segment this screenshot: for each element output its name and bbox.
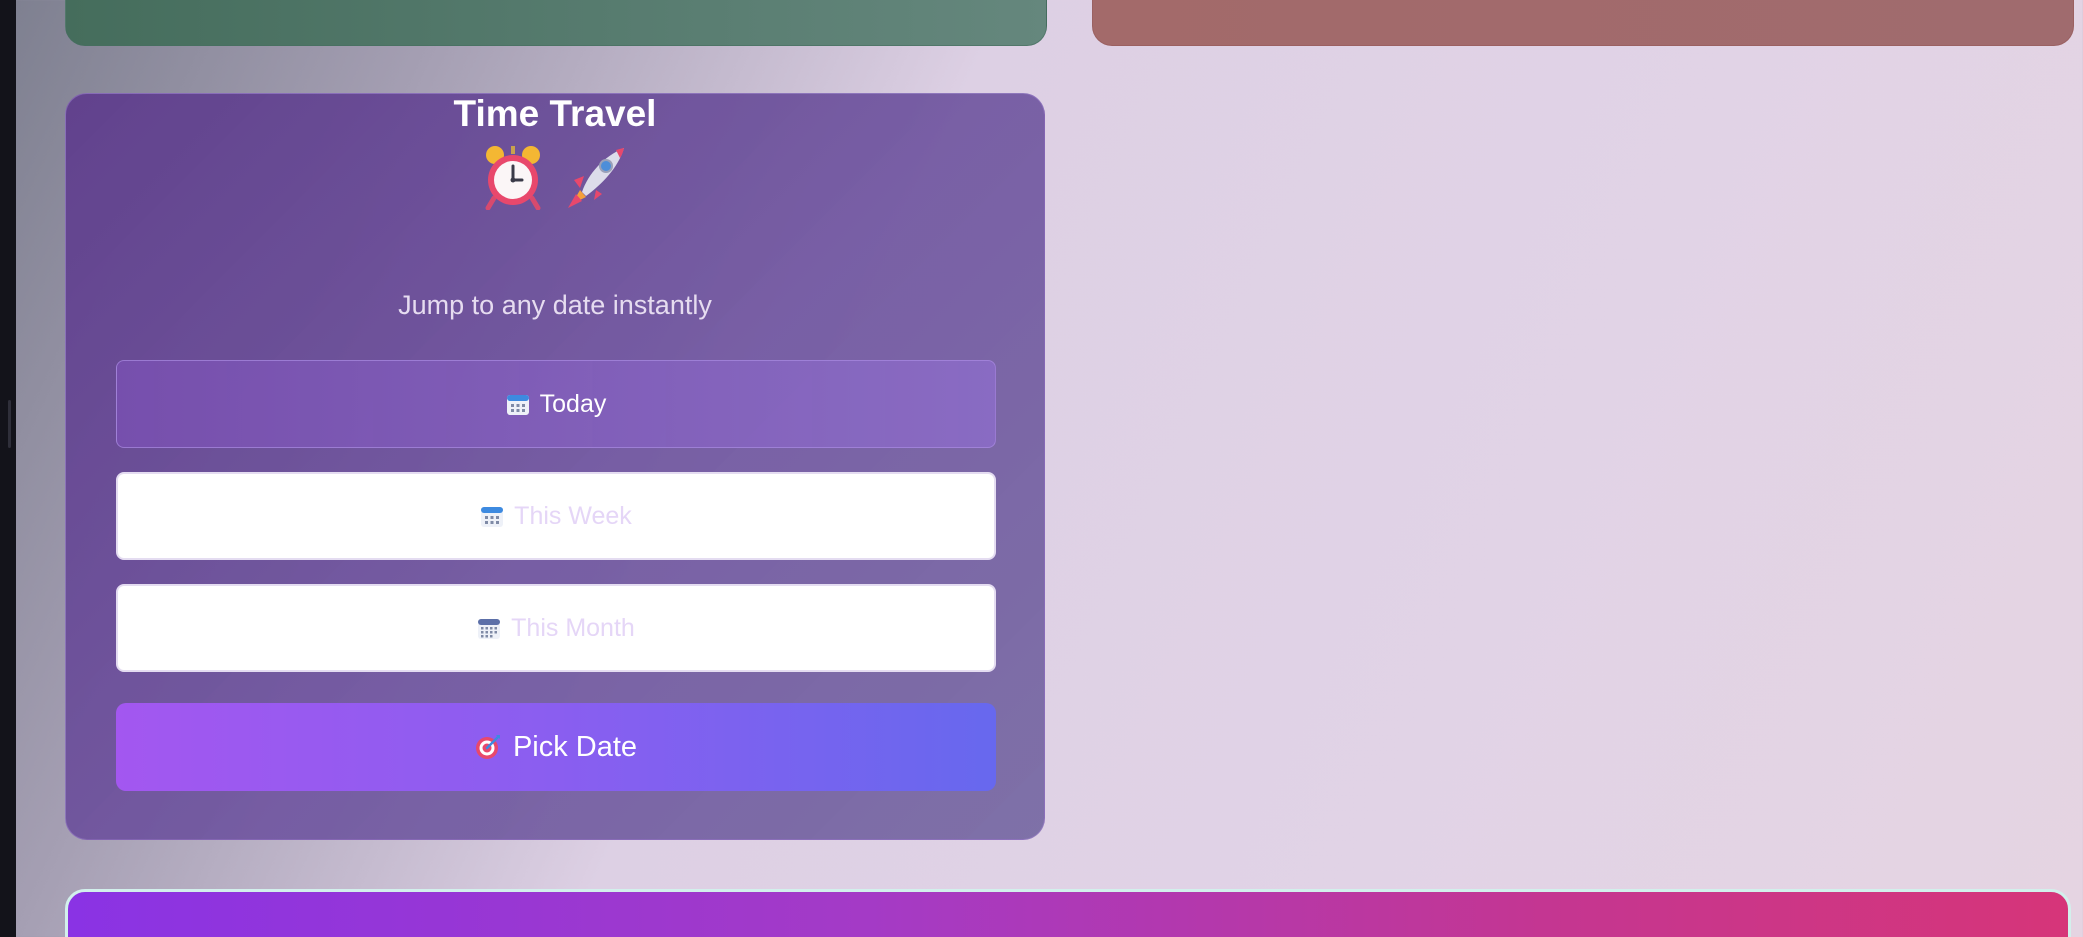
bottom-banner bbox=[65, 889, 2071, 937]
card-subtitle: Jump to any date instantly bbox=[398, 290, 712, 320]
calendar-icon bbox=[506, 395, 529, 415]
pick-date-label: Pick Date bbox=[512, 730, 638, 763]
this-month-button[interactable]: This Month bbox=[116, 584, 996, 672]
calendar-icon bbox=[478, 619, 501, 639]
resize-handle[interactable] bbox=[8, 400, 11, 448]
alarm-clock-icon bbox=[485, 146, 541, 210]
pick-date-button[interactable]: Pick Date bbox=[116, 703, 996, 791]
this-week-button[interactable]: This Week bbox=[116, 472, 996, 560]
today-label: Today bbox=[539, 389, 607, 418]
time-travel-card: Time Travel Jump to any date instantly T… bbox=[65, 93, 1045, 840]
top-right-card bbox=[1092, 0, 2074, 46]
card-title: Time Travel bbox=[453, 93, 657, 134]
rocket-icon bbox=[568, 148, 624, 208]
window-left-edge bbox=[0, 0, 16, 937]
this-month-label: This Month bbox=[511, 613, 635, 642]
emoji-row bbox=[66, 144, 1044, 214]
today-button[interactable]: Today bbox=[116, 360, 996, 448]
top-left-card bbox=[65, 0, 1047, 46]
target-icon bbox=[475, 735, 500, 759]
this-week-label: This Week bbox=[514, 501, 632, 530]
calendar-icon bbox=[481, 507, 504, 527]
